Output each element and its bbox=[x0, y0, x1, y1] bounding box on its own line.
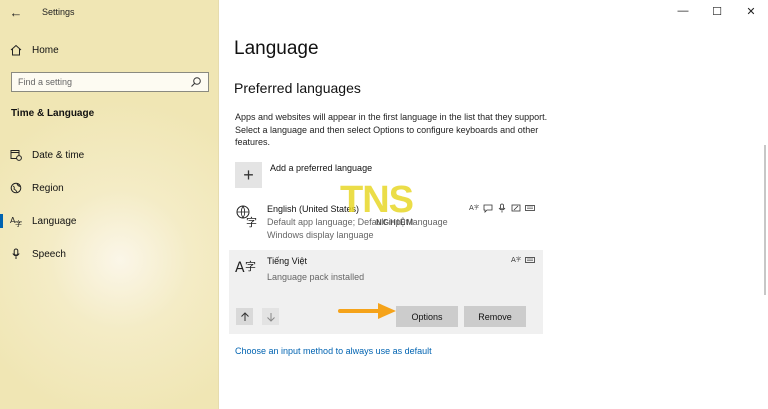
sidebar-item-label: Region bbox=[32, 182, 64, 194]
move-down-button[interactable] bbox=[262, 308, 279, 325]
sidebar-item-label: Language bbox=[32, 215, 77, 227]
sidebar-item-label: Date & time bbox=[32, 149, 85, 161]
active-indicator bbox=[0, 214, 3, 228]
watermark-logo: TNS NGHIỆM bbox=[336, 180, 456, 230]
add-language-label: Add a preferred language bbox=[270, 163, 373, 173]
arrow-up-icon bbox=[240, 311, 249, 321]
display-language-icon: A字 bbox=[469, 204, 479, 212]
sidebar: ← Settings Home Find a setting Time & La… bbox=[0, 0, 219, 409]
move-up-button[interactable] bbox=[236, 308, 253, 325]
language-status-line: Windows display language bbox=[267, 230, 374, 240]
page-title: Language bbox=[234, 38, 319, 59]
language-status-line: Language pack installed bbox=[267, 272, 365, 282]
section-subtitle: Preferred languages bbox=[234, 80, 361, 96]
speech-recognition-icon bbox=[483, 204, 493, 213]
svg-text:字: 字 bbox=[246, 215, 257, 228]
watermark-subtext: NGHIỆM bbox=[376, 218, 414, 227]
svg-text:字: 字 bbox=[245, 259, 256, 273]
nav-home[interactable]: Home bbox=[0, 40, 219, 60]
home-icon bbox=[0, 44, 32, 56]
search-icon[interactable] bbox=[190, 76, 202, 88]
language-glyph-icon: 字 bbox=[236, 205, 257, 228]
calendar-clock-icon bbox=[0, 149, 32, 161]
keyboard-icon bbox=[525, 205, 535, 211]
sidebar-item-date-time[interactable]: Date & time bbox=[0, 145, 219, 165]
sidebar-item-language[interactable]: A字 Language bbox=[0, 211, 219, 231]
add-language-button[interactable]: + bbox=[235, 162, 262, 188]
language-name: Tiếng Việt bbox=[267, 256, 308, 266]
home-label: Home bbox=[32, 44, 59, 56]
handwriting-icon bbox=[511, 204, 521, 212]
back-button[interactable]: ← bbox=[0, 0, 32, 24]
display-language-icon: A字 bbox=[511, 256, 521, 264]
language-icon: A字 bbox=[0, 215, 32, 227]
watermark-text: TNS bbox=[340, 179, 414, 221]
globe-icon bbox=[0, 182, 32, 194]
feature-icons: A字 bbox=[511, 255, 535, 265]
section-title: Time & Language bbox=[11, 108, 95, 119]
scrollbar[interactable] bbox=[764, 145, 766, 295]
svg-text:字: 字 bbox=[474, 204, 479, 211]
microphone-icon bbox=[498, 203, 506, 213]
options-button[interactable]: Options bbox=[396, 306, 458, 327]
description-text: Apps and websites will appear in the fir… bbox=[235, 112, 548, 147]
title-bar: ← Settings bbox=[0, 0, 219, 24]
sidebar-item-region[interactable]: Region bbox=[0, 178, 219, 198]
svg-text:A: A bbox=[235, 260, 245, 276]
svg-text:字: 字 bbox=[516, 256, 521, 263]
sidebar-item-label: Speech bbox=[32, 248, 66, 260]
input-method-link[interactable]: Choose an input method to always use as … bbox=[235, 346, 432, 356]
highlight-arrow-icon bbox=[338, 303, 396, 319]
search-placeholder: Find a setting bbox=[18, 77, 73, 87]
remove-button[interactable]: Remove bbox=[464, 306, 526, 327]
plus-icon: + bbox=[243, 164, 254, 185]
svg-text:字: 字 bbox=[15, 219, 22, 227]
app-title: Settings bbox=[42, 7, 75, 17]
microphone-icon bbox=[0, 248, 32, 260]
search-input[interactable]: Find a setting bbox=[11, 72, 209, 92]
arrow-down-icon bbox=[266, 312, 275, 322]
sidebar-item-speech[interactable]: Speech bbox=[0, 244, 219, 264]
main-content: Language Preferred languages Apps and we… bbox=[219, 0, 768, 409]
feature-icons: A字 bbox=[469, 203, 535, 213]
keyboard-icon bbox=[525, 257, 535, 263]
back-arrow-icon: ← bbox=[9, 4, 23, 20]
language-glyph-icon: A 字 bbox=[235, 259, 256, 276]
